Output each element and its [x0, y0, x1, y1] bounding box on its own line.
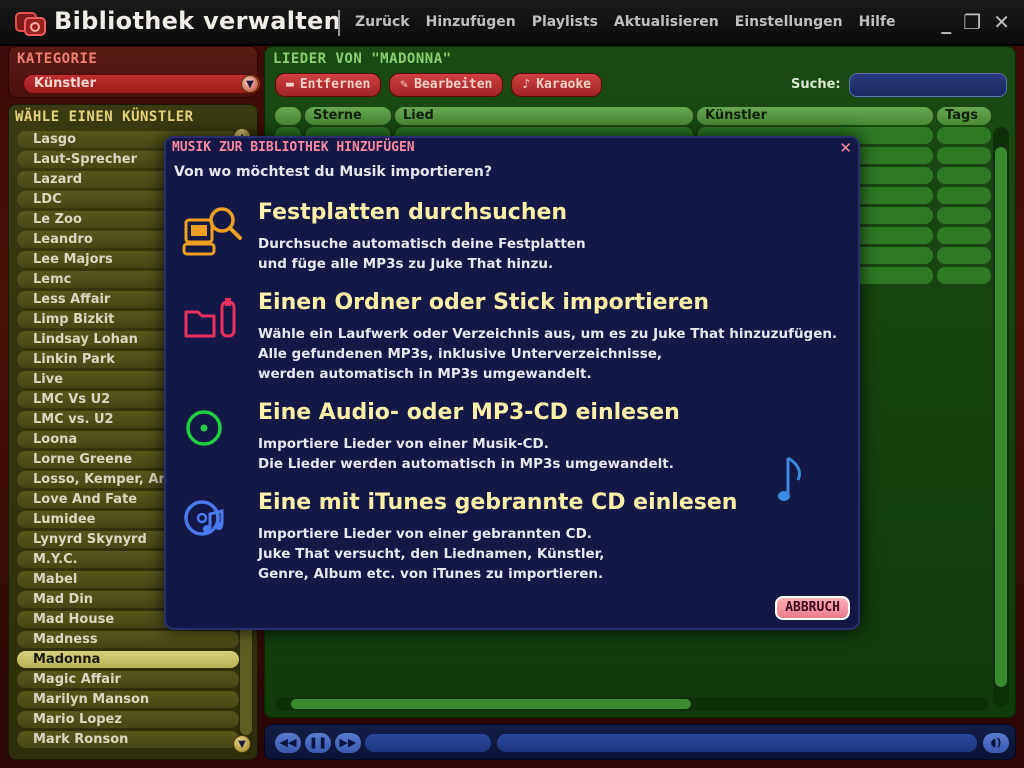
option-1-desc: Durchsuche automatisch deine Festplatten… — [258, 234, 586, 274]
artist-item[interactable]: Madonna — [17, 651, 239, 668]
option-4-title: Eine mit iTunes gebrannte CD einlesen — [258, 490, 738, 515]
option-2-desc-line-1: Wähle ein Laufwerk oder Verzeichnis aus,… — [258, 326, 838, 342]
column-stars[interactable]: Sterne — [305, 107, 391, 125]
music-note-icon — [778, 456, 802, 501]
artist-item[interactable]: Mario Lopez — [17, 711, 239, 728]
option-1-desc-line-2: und füge alle MP3s zu Juke That hinzu. — [258, 256, 554, 272]
volume-icon[interactable]: ◖) — [983, 733, 1009, 753]
restore-icon[interactable]: ❐ — [963, 12, 981, 32]
search-label: Suche: — [791, 77, 841, 92]
pause-icon[interactable]: ❚❚ — [305, 733, 331, 753]
artist-item[interactable]: Marilyn Manson — [17, 691, 239, 708]
option-4-desc-line-3: Genre, Album etc. von iTunes zu importie… — [258, 566, 604, 582]
option-4-desc-line-1: Importiere Lieder von einer gebrannten C… — [258, 526, 592, 542]
cd-icon — [186, 410, 222, 446]
title-bar: Bibliothek verwalten Zurück Hinzufügen P… — [0, 0, 1024, 46]
song-toolbar: ▬ Entfernen ✎ Bearbeiten ♪ Karaoke — [275, 73, 603, 97]
column-play[interactable] — [275, 107, 301, 125]
menu-aktualisieren[interactable]: Aktualisieren — [614, 14, 719, 30]
option-3-title: Eine Audio- oder MP3-CD einlesen — [258, 400, 680, 425]
option-1-desc-line-1: Durchsuche automatisch deine Festplatten — [258, 236, 586, 252]
folder-usb-icon — [184, 298, 236, 338]
minimize-icon[interactable]: _ — [941, 12, 951, 32]
option-read-cd[interactable]: Eine Audio- oder MP3-CD einlesen Importi… — [176, 400, 856, 476]
karaoke-label: Karaoke — [536, 77, 592, 92]
option-read-itunes-cd[interactable]: Eine mit iTunes gebrannte CD einlesen Im… — [176, 490, 856, 586]
table-cell — [937, 167, 991, 184]
app-logo-icon — [15, 12, 46, 36]
option-3-desc-line-2: Die Lieder werden automatisch in MP3s um… — [258, 456, 674, 472]
next-icon[interactable]: ▶▶ — [335, 733, 361, 753]
option-2-desc-line-3: werden automatisch in MP3s umgewandelt. — [258, 366, 592, 382]
column-song[interactable]: Lied — [395, 107, 693, 125]
songs-hscroll-thumb[interactable] — [291, 699, 691, 709]
previous-icon[interactable]: ◀◀ — [275, 733, 301, 753]
option-4-desc: Importiere Lieder von einer gebrannten C… — [258, 524, 604, 584]
karaoke-button[interactable]: ♪ Karaoke — [511, 73, 603, 97]
remove-label: Entfernen — [299, 77, 371, 92]
menu-playlists[interactable]: Playlists — [532, 14, 598, 30]
cancel-button[interactable]: ABBRUCH — [775, 596, 850, 620]
category-selected-value: Künstler — [34, 76, 96, 91]
option-2-title: Einen Ordner oder Stick importieren — [258, 290, 709, 315]
category-select[interactable]: Künstler ▼ — [23, 74, 261, 94]
table-cell — [937, 267, 991, 284]
dialog-question: Von wo möchtest du Musik importieren? — [174, 164, 492, 180]
edit-label: Bearbeiten — [414, 77, 493, 92]
computer-search-icon — [182, 207, 242, 256]
artist-item[interactable]: Madness — [17, 631, 239, 648]
table-cell — [937, 187, 991, 204]
title-divider — [338, 10, 340, 36]
menu-einstellungen[interactable]: Einstellungen — [735, 14, 843, 30]
category-panel: KATEGORIE Künstler ▼ — [8, 46, 261, 98]
scroll-down-icon[interactable]: ▼ — [233, 735, 251, 753]
table-cell — [937, 127, 991, 144]
table-cell — [937, 227, 991, 244]
option-3-desc-line-1: Importiere Lieder von einer Musik-CD. — [258, 436, 549, 452]
search-input[interactable] — [849, 73, 1007, 97]
option-2-desc-line-2: Alle gefundenen MP3s, inklusive Unterver… — [258, 346, 663, 362]
table-cell — [937, 247, 991, 264]
close-icon[interactable]: ✕ — [839, 139, 852, 157]
menu-zurueck[interactable]: Zurück — [355, 14, 410, 30]
option-3-desc: Importiere Lieder von einer Musik-CD. Di… — [258, 434, 674, 474]
karaoke-icon: ♪ — [522, 77, 531, 92]
dialog-title: MUSIK ZUR BIBLIOTHEK HINZUFÜGEN — [172, 140, 415, 155]
artist-heading: WÄHLE EINEN KÜNSTLER — [15, 109, 194, 125]
chevron-down-icon[interactable]: ▼ — [241, 75, 259, 93]
artist-item[interactable]: Mark Ronson — [17, 731, 239, 748]
category-heading: KATEGORIE — [17, 51, 98, 67]
add-music-dialog: MUSIK ZUR BIBLIOTHEK HINZUFÜGEN ✕ Von wo… — [164, 136, 860, 630]
artist-item[interactable]: Magic Affair — [17, 671, 239, 688]
player-bar: ◀◀ ❚❚ ▶▶ ◖) — [264, 724, 1016, 760]
songs-horizontal-scrollbar[interactable] — [275, 697, 989, 711]
songs-vscroll-thumb[interactable] — [995, 147, 1007, 687]
main-menu: Zurück Hinzufügen Playlists Aktualisiere… — [355, 14, 896, 30]
song-column-headers: Sterne Lied Künstler Tags — [275, 107, 995, 125]
songs-heading: LIEDER VON "MADONNA" — [273, 51, 452, 67]
column-tags[interactable]: Tags — [937, 107, 991, 125]
window-controls: _ ❐ ✕ — [941, 12, 1010, 32]
itunes-cd-icon — [184, 500, 224, 536]
table-cell — [937, 147, 991, 164]
option-import-folder[interactable]: Einen Ordner oder Stick importieren Wähl… — [176, 290, 856, 386]
option-2-desc: Wähle ein Laufwerk oder Verzeichnis aus,… — [258, 324, 837, 384]
close-icon[interactable]: ✕ — [993, 12, 1010, 32]
option-1-title: Festplatten durchsuchen — [258, 200, 568, 225]
songs-vertical-scrollbar[interactable] — [993, 127, 1009, 707]
table-cell — [937, 207, 991, 224]
option-scan-harddrives[interactable]: Festplatten durchsuchen Durchsuche autom… — [176, 200, 856, 276]
minus-icon: ▬ — [286, 77, 294, 92]
menu-hilfe[interactable]: Hilfe — [859, 14, 896, 30]
track-info-bar[interactable] — [365, 734, 491, 752]
pencil-icon: ✎ — [400, 77, 409, 92]
edit-button[interactable]: ✎ Bearbeiten — [389, 73, 504, 97]
option-4-desc-line-2: Juke That versucht, den Liednamen, Künst… — [258, 546, 605, 562]
menu-hinzufuegen[interactable]: Hinzufügen — [426, 14, 516, 30]
app-title: Bibliothek verwalten — [54, 7, 341, 35]
column-artist[interactable]: Künstler — [697, 107, 933, 125]
remove-button[interactable]: ▬ Entfernen — [275, 73, 382, 97]
progress-bar[interactable] — [497, 734, 977, 752]
